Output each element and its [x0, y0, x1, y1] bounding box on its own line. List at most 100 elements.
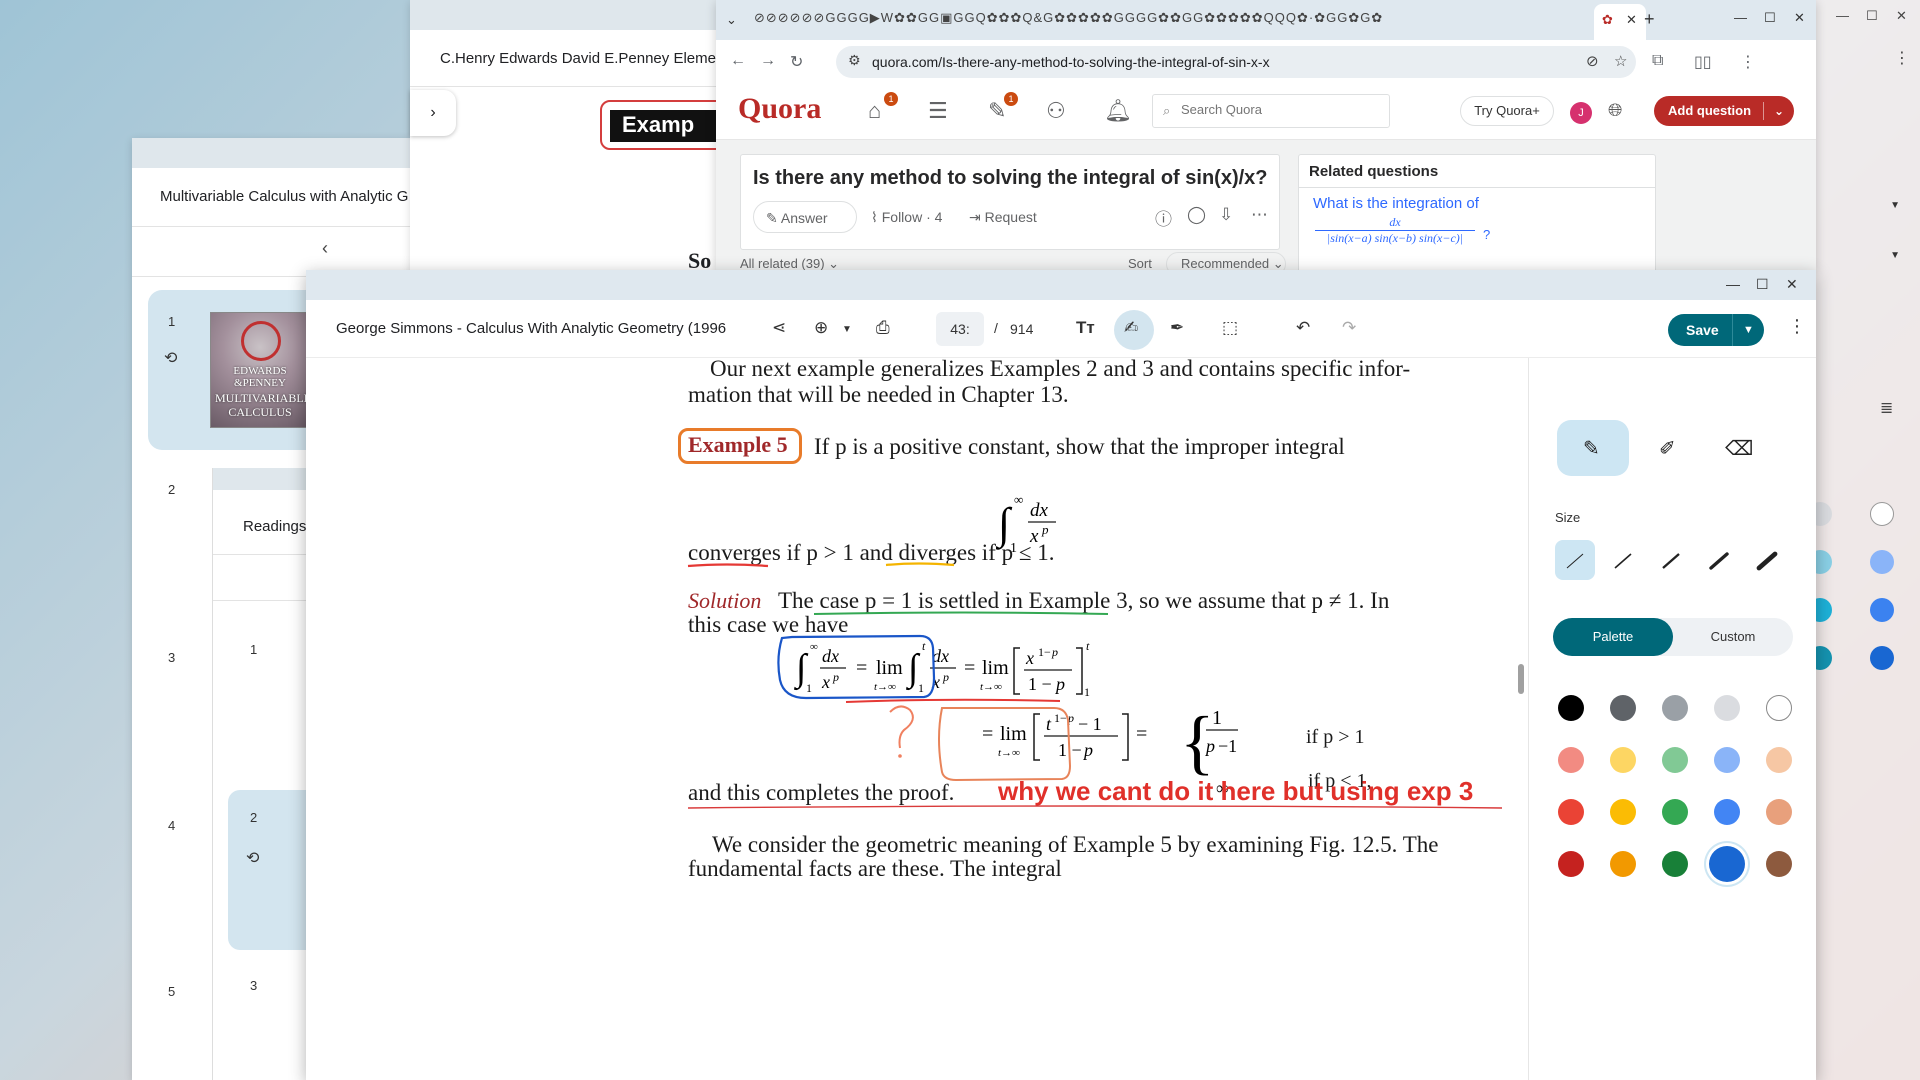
color-swatch[interactable]	[1714, 695, 1740, 721]
palette-mode-toggle[interactable]: Palette Custom	[1553, 618, 1793, 656]
zoom-dropdown-icon[interactable]: ▼	[842, 324, 852, 335]
search-input[interactable]	[1181, 102, 1381, 117]
notifications-bell-icon[interactable]: 🔔︎	[1104, 98, 1132, 124]
related-question-link[interactable]: What is the integration of	[1313, 195, 1479, 212]
color-swatch[interactable]	[1766, 851, 1792, 877]
color-swatch[interactable]	[1662, 695, 1688, 721]
maximize-icon[interactable]: ☐	[1764, 10, 1776, 26]
color-swatch[interactable]	[1610, 747, 1636, 773]
color-swatch[interactable]	[1558, 747, 1584, 773]
expand-sidebar-button[interactable]: ›	[410, 90, 456, 136]
color-swatch[interactable]	[1610, 851, 1636, 877]
quora-logo[interactable]: Quora	[738, 92, 821, 126]
bookmark-star-icon[interactable]: ☆	[1614, 52, 1627, 70]
minimize-icon[interactable]: —	[1726, 276, 1740, 292]
dropdown[interactable]: ▼	[1810, 238, 1920, 278]
print-icon[interactable]: ⎙	[876, 318, 890, 338]
spaces-icon[interactable]: ⚇	[1046, 98, 1066, 124]
related-question-formula[interactable]: dx |sin(x−a) sin(x−b) sin(x−c)|	[1315, 215, 1475, 246]
more-options-icon[interactable]: ⋯	[1251, 205, 1268, 225]
sort-dropdown[interactable]: Recommended ⌄	[1166, 252, 1286, 270]
color-swatch[interactable]	[1558, 695, 1584, 721]
save-options-dropdown[interactable]: ▼	[1732, 314, 1764, 346]
avatar[interactable]: J	[1570, 102, 1592, 124]
address-bar[interactable]: ⚙ quora.com/Is-there-any-method-to-solvi…	[836, 46, 1636, 78]
follow-button[interactable]: ⌇ Follow · 4	[871, 201, 942, 233]
close-icon[interactable]: ✕	[1896, 8, 1907, 24]
dropdown[interactable]: ▼	[1810, 188, 1920, 228]
color-swatch[interactable]	[1709, 846, 1745, 882]
site-info-icon[interactable]: ⚙	[848, 52, 861, 69]
search-box[interactable]: ⌕	[1152, 94, 1390, 128]
draw-tool-icon[interactable]: ✍	[1124, 318, 1138, 338]
maximize-icon[interactable]: ☐	[1756, 276, 1769, 293]
highlighter-icon[interactable]: ✐	[1659, 436, 1676, 461]
more-icon[interactable]: ⋮	[1788, 316, 1806, 337]
more-icon[interactable]: ⋮	[1894, 48, 1910, 68]
request-button[interactable]: ⇥ Request	[969, 201, 1037, 233]
rotate-icon[interactable]: ⟲	[164, 348, 177, 368]
comment-icon[interactable]: ◯	[1187, 205, 1206, 225]
color-swatch[interactable]	[1870, 646, 1894, 670]
custom-tab[interactable]: Custom	[1673, 618, 1793, 656]
active-tab[interactable]: ✿ ✕	[1594, 4, 1646, 40]
color-swatch[interactable]	[1558, 799, 1584, 825]
try-quora-plus-button[interactable]: Try Quora+	[1460, 96, 1554, 126]
color-swatch[interactable]	[1610, 695, 1636, 721]
color-swatch[interactable]	[1714, 799, 1740, 825]
chevron-down-icon[interactable]: ⌄	[1774, 96, 1784, 126]
close-icon[interactable]: ✕	[1794, 10, 1805, 26]
color-swatch[interactable]	[1766, 695, 1792, 721]
color-swatch[interactable]	[1662, 747, 1688, 773]
tab-search-icon[interactable]: ⌄	[726, 12, 737, 28]
maximize-icon[interactable]: ☐	[1866, 8, 1878, 24]
menu-icon[interactable]: ≣	[1880, 398, 1893, 418]
scrollbar-thumb[interactable]	[1518, 664, 1524, 694]
signature-icon[interactable]: ✒	[1170, 318, 1184, 338]
color-swatch[interactable]	[1870, 550, 1894, 574]
color-swatch[interactable]	[1558, 851, 1584, 877]
color-swatch[interactable]	[1714, 747, 1740, 773]
palette-tab[interactable]: Palette	[1553, 618, 1673, 656]
close-icon[interactable]: ✕	[1786, 276, 1798, 293]
collapse-sidebar-icon[interactable]: ‹	[322, 238, 328, 259]
book-cover-thumbnail[interactable]: EDWARDS &PENNEY MULTIVARIABLE CALCULUS	[210, 312, 311, 428]
text-tool-icon[interactable]: Tт	[1076, 318, 1095, 338]
minimize-icon[interactable]: —	[1836, 8, 1849, 23]
language-globe-icon[interactable]: 🌐︎	[1608, 100, 1622, 121]
close-tab-icon[interactable]: ✕	[1626, 12, 1637, 28]
new-tab-icon[interactable]: +	[1644, 9, 1655, 30]
color-swatch[interactable]	[1870, 502, 1894, 526]
color-swatch[interactable]	[1870, 598, 1894, 622]
menu-icon[interactable]: ⋮	[1740, 52, 1756, 72]
select-area-icon[interactable]: ⬚	[1222, 318, 1238, 338]
pen-icon[interactable]: ✎	[1583, 436, 1600, 461]
color-swatch[interactable]	[1662, 799, 1688, 825]
rotate-icon[interactable]: ⟲	[246, 848, 259, 868]
undo-icon[interactable]: ↶	[1296, 318, 1310, 338]
color-swatch[interactable]	[1766, 799, 1792, 825]
tracking-protection-icon[interactable]: ⊘	[1586, 52, 1599, 70]
following-icon[interactable]: ☰	[928, 98, 948, 124]
pen-size-options[interactable]	[1555, 548, 1795, 574]
color-swatch[interactable]	[1766, 747, 1792, 773]
reload-icon[interactable]: ↻	[790, 52, 803, 72]
redo-icon[interactable]: ↷	[1342, 318, 1356, 338]
share-icon[interactable]: ⋖	[772, 318, 786, 338]
page-number-input[interactable]: 43:	[936, 312, 984, 346]
color-swatch[interactable]	[1662, 851, 1688, 877]
forward-icon[interactable]: →	[760, 52, 776, 70]
zoom-in-icon[interactable]: ⊕	[814, 318, 828, 338]
minimize-icon[interactable]: —	[1734, 10, 1747, 25]
extensions-icon[interactable]: ⧉	[1652, 52, 1663, 70]
reading-mode-icon[interactable]: ▯▯	[1694, 52, 1712, 72]
home-icon[interactable]: ⌂	[868, 98, 881, 124]
answer-button[interactable]: ✎ Answer	[753, 201, 857, 233]
save-button[interactable]: Save	[1668, 314, 1733, 346]
eraser-icon[interactable]: ⌫	[1725, 436, 1753, 461]
info-icon[interactable]: ⓘ	[1155, 205, 1172, 230]
downvote-icon[interactable]: ⇩	[1219, 205, 1233, 225]
color-swatch[interactable]	[1610, 799, 1636, 825]
tab-favicons[interactable]: ⊘⊘⊘⊘⊘⊘GGGG▶W✿✿GG▣GGQ✿✿✿Q&G✿✿✿✿✿GGGG✿✿GG✿…	[754, 10, 1634, 30]
add-question-button[interactable]: Add question ⌄	[1654, 96, 1794, 126]
